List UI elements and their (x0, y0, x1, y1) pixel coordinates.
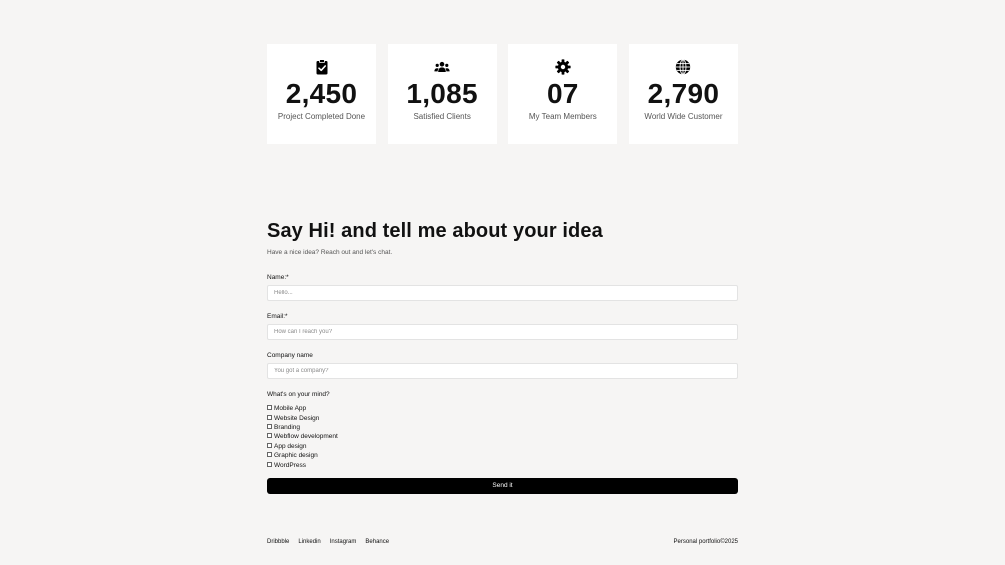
clipboard-check-icon (314, 59, 330, 75)
company-label: Company name (267, 352, 313, 359)
option-label: App design (274, 442, 307, 450)
checkbox[interactable] (267, 461, 272, 467)
option-label: Website Design (274, 414, 320, 422)
footer: Dribbble Linkedin Instagram Behance Pers… (267, 539, 738, 545)
option-graphic-design[interactable]: Graphic design (267, 451, 738, 460)
email-label: Email:* (267, 313, 288, 320)
copyright: Personal portfolio©2025 (673, 539, 738, 545)
mind-label: What's on your mind? (267, 391, 330, 398)
contact-subtitle: Have a nice idea? Reach out and let's ch… (267, 249, 393, 256)
stat-card-customers: 2,790 World Wide Customer (628, 44, 738, 144)
option-branding[interactable]: Branding (267, 423, 738, 432)
footer-link-dribbble[interactable]: Dribbble (267, 539, 289, 545)
send-button[interactable]: Send it (267, 477, 738, 494)
option-label: Graphic design (274, 452, 318, 460)
stat-label: Project Completed Done (277, 112, 366, 121)
contact-title: Say Hi! and tell me about your idea (267, 220, 603, 242)
stat-value: 2,450 (285, 78, 358, 109)
option-label: Mobile App (274, 405, 307, 413)
option-webflow-development[interactable]: Webflow development (267, 432, 738, 441)
checkbox[interactable] (267, 442, 272, 448)
checkbox[interactable] (267, 433, 272, 439)
stat-label: World Wide Customer (644, 112, 723, 121)
email-input[interactable] (267, 324, 738, 340)
footer-links: Dribbble Linkedin Instagram Behance (267, 539, 389, 545)
name-label: Name:* (267, 274, 289, 281)
option-label: Webflow development (274, 433, 338, 441)
option-mobile-app[interactable]: Mobile App (267, 404, 738, 413)
stat-label: My Team Members (528, 112, 597, 121)
company-input[interactable] (267, 363, 738, 379)
checkbox[interactable] (267, 405, 272, 411)
interest-options: Mobile App Website Design Branding Webfl… (267, 404, 738, 470)
stat-card-projects: 2,450 Project Completed Done (267, 44, 376, 144)
option-app-design[interactable]: App design (267, 442, 738, 451)
name-input[interactable] (267, 285, 738, 301)
stat-value: 2,790 (647, 78, 720, 109)
checkbox[interactable] (267, 414, 272, 420)
stat-card-team: 07 My Team Members (508, 44, 618, 144)
checkbox[interactable] (267, 423, 272, 429)
contact-section: Say Hi! and tell me about your idea Have… (267, 218, 738, 494)
footer-link-behance[interactable]: Behance (365, 539, 389, 545)
checkbox[interactable] (267, 452, 272, 458)
stat-value: 1,085 (406, 78, 478, 109)
stat-card-clients: 1,085 Satisfied Clients (387, 44, 497, 144)
footer-link-instagram[interactable]: Instagram (330, 539, 357, 545)
option-label: Branding (274, 423, 301, 431)
gear-icon (555, 59, 571, 75)
stat-label: Satisfied Clients (413, 112, 471, 121)
stat-value: 07 (546, 78, 579, 109)
globe-icon (675, 59, 691, 75)
stats-section: 2,450 Project Completed Done 1,085 Satis… (267, 44, 738, 144)
option-wordpress[interactable]: WordPress (267, 460, 738, 469)
users-icon (434, 59, 450, 75)
footer-link-linkedin[interactable]: Linkedin (298, 539, 320, 545)
option-label: WordPress (274, 461, 307, 469)
option-website-design[interactable]: Website Design (267, 413, 738, 422)
